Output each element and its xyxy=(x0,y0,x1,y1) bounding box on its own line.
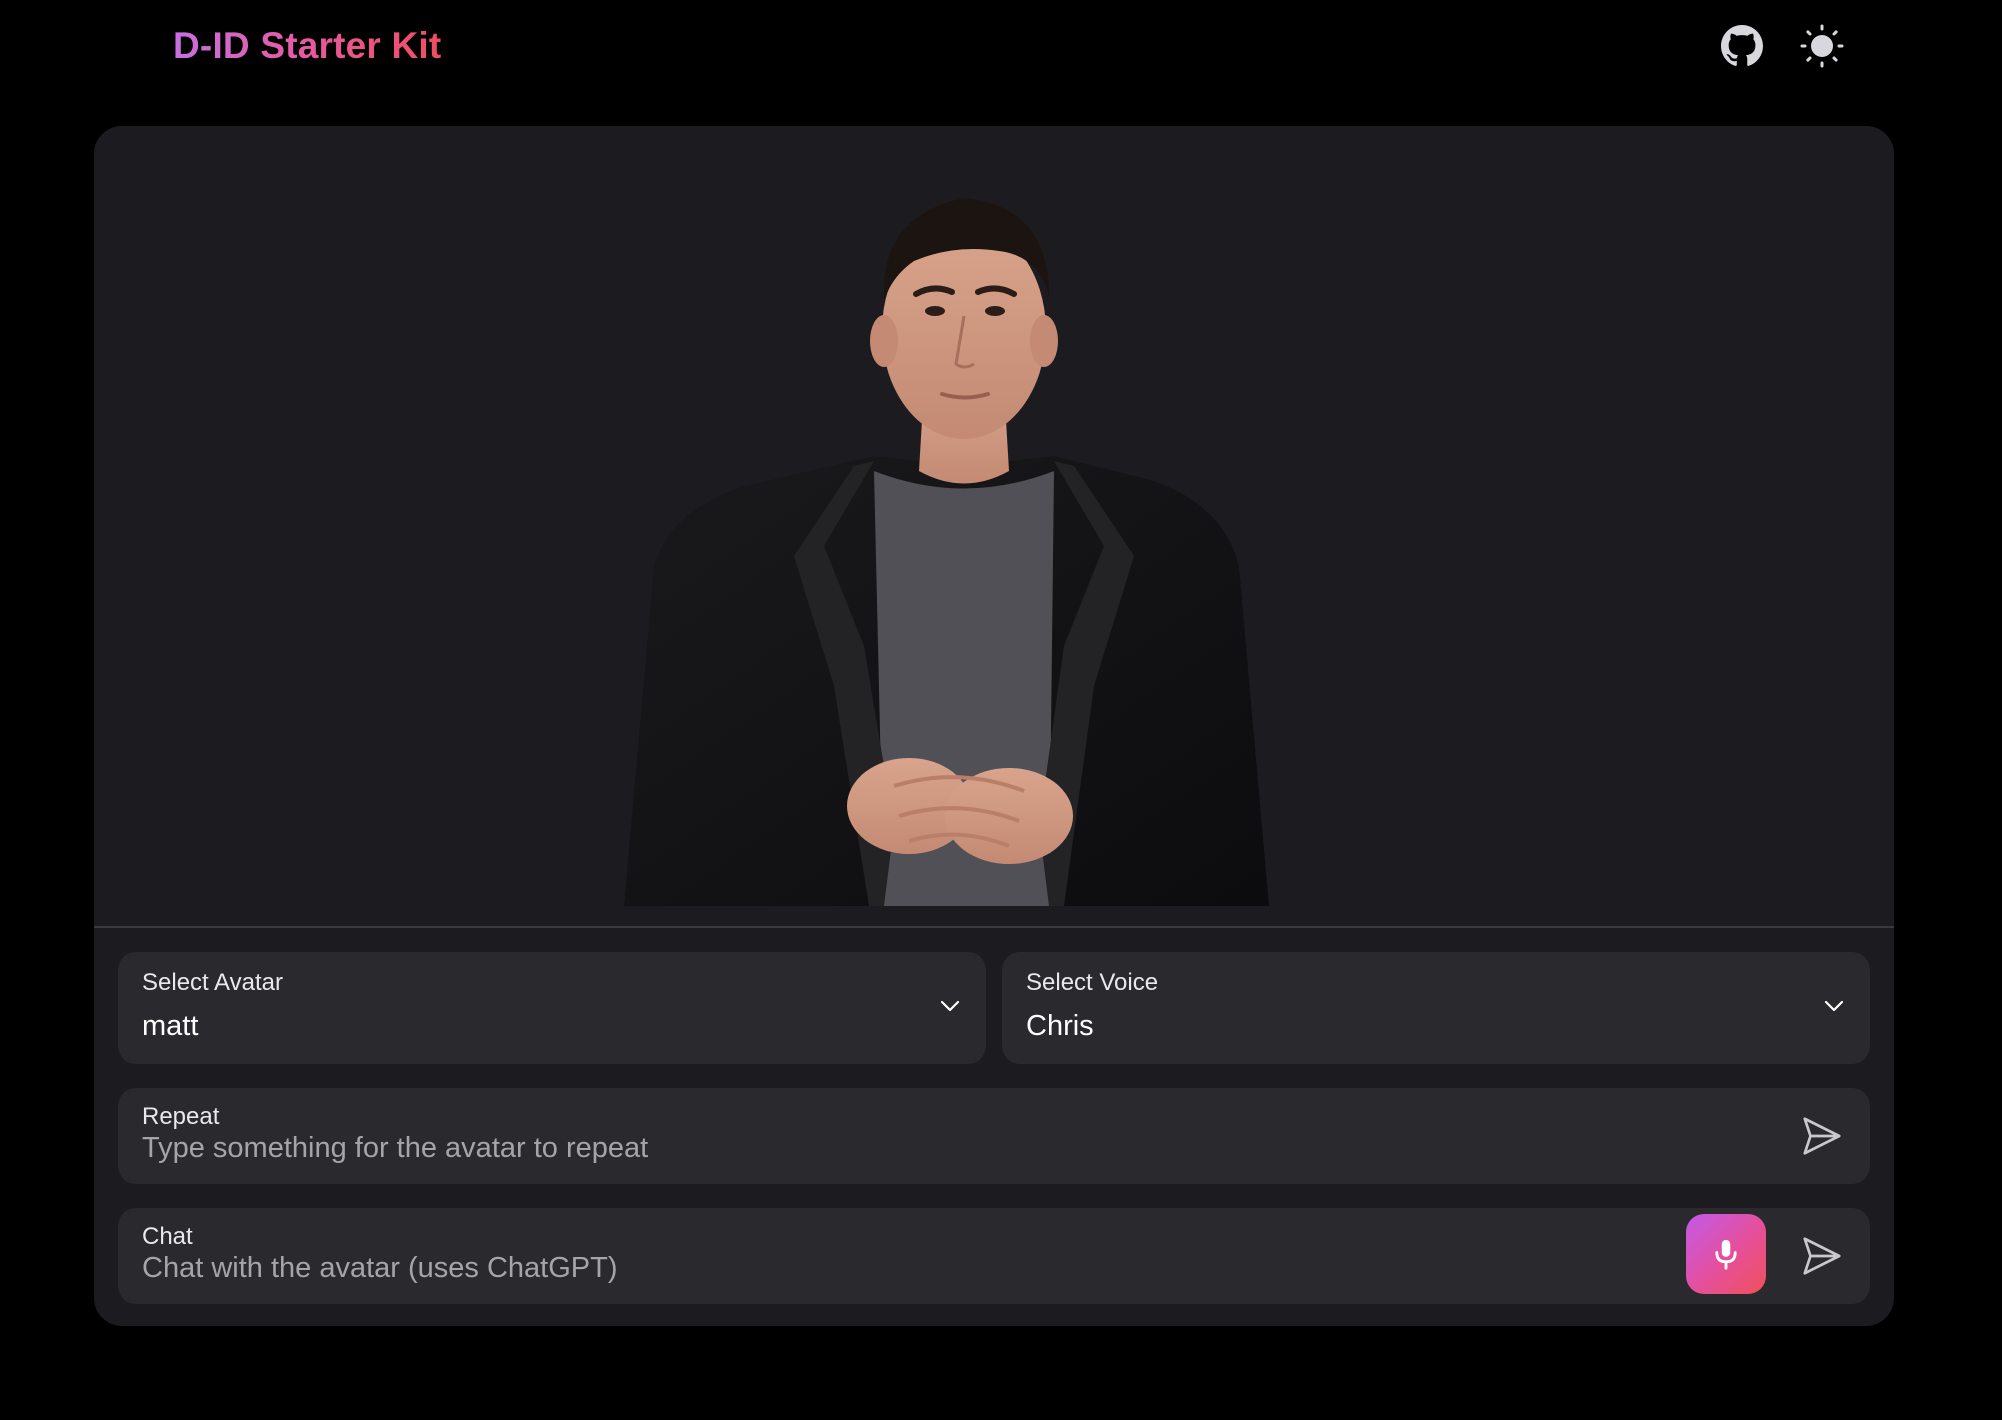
chat-input[interactable] xyxy=(142,1250,1642,1286)
avatar-select-label: Select Avatar xyxy=(142,969,283,996)
chat-label: Chat xyxy=(142,1223,193,1250)
app-title: D-ID Starter Kit xyxy=(173,22,441,70)
sun-icon xyxy=(1800,24,1844,68)
avatar-video xyxy=(94,126,1894,926)
avatar-select-value: matt xyxy=(142,1010,199,1042)
github-link[interactable] xyxy=(1718,22,1766,70)
repeat-field: Repeat xyxy=(118,1088,1870,1184)
github-icon xyxy=(1721,25,1763,66)
send-icon xyxy=(1803,1117,1841,1155)
repeat-label: Repeat xyxy=(142,1103,220,1130)
microphone-button[interactable] xyxy=(1686,1214,1766,1294)
send-icon xyxy=(1803,1237,1841,1275)
avatar-person-image xyxy=(624,198,1269,906)
avatar-select[interactable]: Select Avatar matt xyxy=(118,952,986,1064)
voice-select[interactable]: Select Voice Chris xyxy=(1002,952,1870,1064)
repeat-send-button[interactable] xyxy=(1798,1112,1846,1160)
voice-select-value: Chris xyxy=(1026,1010,1094,1042)
chevron-down-icon xyxy=(1824,1000,1844,1012)
avatar-card: Select Avatar matt Select Voice Chris Re… xyxy=(94,126,1894,1326)
divider xyxy=(94,926,1894,928)
chevron-down-icon xyxy=(940,1000,960,1012)
repeat-input[interactable] xyxy=(142,1130,1742,1166)
theme-toggle-button[interactable] xyxy=(1798,22,1846,70)
chat-send-button[interactable] xyxy=(1798,1232,1846,1280)
chat-field: Chat xyxy=(118,1208,1870,1304)
microphone-icon xyxy=(1715,1239,1737,1270)
voice-select-label: Select Voice xyxy=(1026,969,1159,996)
